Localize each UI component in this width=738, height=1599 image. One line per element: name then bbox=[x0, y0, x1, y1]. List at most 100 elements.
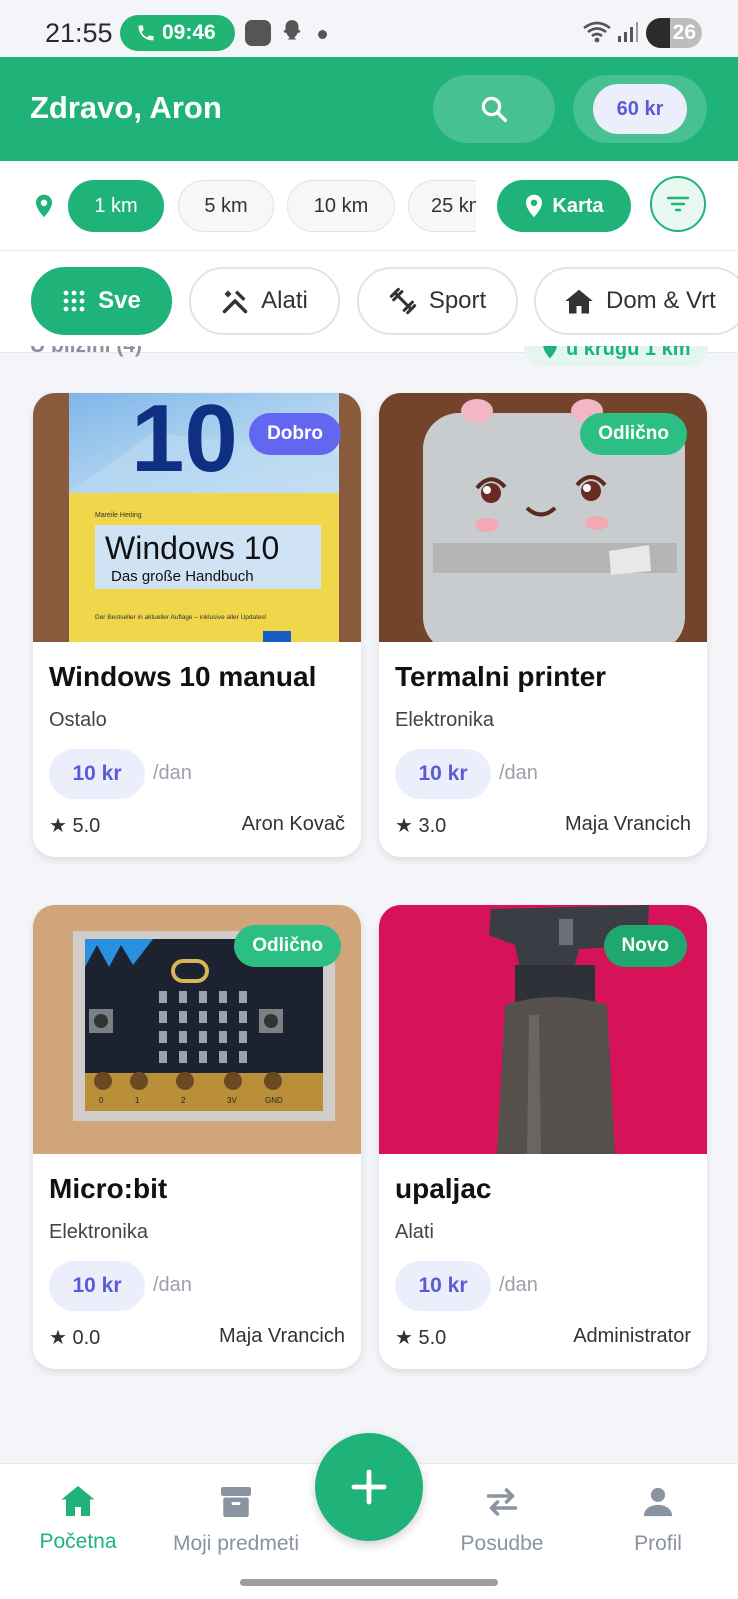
pin-label-3v: 3V bbox=[227, 1096, 237, 1105]
listing-category: Alati bbox=[395, 1221, 434, 1243]
snapchat-icon bbox=[283, 20, 301, 40]
house-icon bbox=[565, 289, 593, 314]
listing-owner: Administrator bbox=[573, 1325, 691, 1347]
plus-icon bbox=[351, 1469, 387, 1505]
person-icon bbox=[643, 1487, 673, 1517]
battery-level: 26 bbox=[672, 21, 696, 44]
nav-item-my-items[interactable]: Moji predmeti bbox=[161, 1484, 311, 1556]
swap-arrows-icon bbox=[486, 1488, 518, 1516]
nav-item-loans[interactable]: Posudbe bbox=[427, 1484, 577, 1556]
map-pin-icon bbox=[526, 194, 543, 218]
app-header: Zdravo, Aron 60 kr bbox=[0, 57, 738, 161]
listing-owner: Aron Kovač bbox=[241, 813, 345, 835]
section-header: U blizini (4) u krugu 1 km bbox=[0, 346, 738, 368]
nav-label-my-items: Moji predmeti bbox=[172, 1532, 300, 1555]
category-chip-tools[interactable]: Alati bbox=[189, 267, 340, 335]
condition-badge: Dobro bbox=[249, 413, 341, 455]
category-label-tools: Alati bbox=[261, 287, 308, 314]
book-subtitle: Das große Handbuch bbox=[111, 568, 254, 585]
nav-label-loans: Posudbe bbox=[460, 1532, 544, 1555]
category-chip-home-garden[interactable]: Dom & Vrt bbox=[534, 267, 738, 335]
pin-label-gnd: GND bbox=[265, 1096, 283, 1105]
category-chip-all[interactable]: Sve bbox=[31, 267, 172, 335]
grid-icon bbox=[63, 290, 85, 312]
category-label-sport: Sport bbox=[428, 287, 487, 314]
add-item-button[interactable] bbox=[315, 1433, 423, 1541]
listing-category: Elektronika bbox=[49, 1221, 148, 1243]
distance-chip-10km[interactable]: 10 km bbox=[287, 180, 395, 232]
phone-icon bbox=[138, 25, 154, 41]
map-button-label: Karta bbox=[552, 194, 604, 217]
listing-title: upaljac bbox=[395, 1173, 492, 1204]
listing-price: 10 kr bbox=[49, 1261, 145, 1311]
listing-price: 10 kr bbox=[49, 749, 145, 799]
price-unit: /dan bbox=[153, 762, 192, 784]
condition-badge: Odlično bbox=[234, 925, 341, 967]
search-button[interactable] bbox=[433, 75, 555, 143]
listing-card[interactable]: 0 1 2 3V GND Odlično Micro:bit Elektroni… bbox=[33, 905, 361, 1369]
distance-chips[interactable]: 1 km 5 km 10 km 25 km bbox=[68, 180, 476, 232]
status-bar: 21:55 09:46 26 bbox=[0, 0, 738, 57]
nearby-count-label: U blizini (4) bbox=[30, 346, 142, 358]
dumbbell-icon bbox=[389, 287, 416, 315]
nav-label-profile: Profil bbox=[634, 1532, 682, 1555]
gesture-bar[interactable] bbox=[240, 1579, 498, 1586]
book-footer: Der Bestseller in aktueller Auflage – in… bbox=[95, 614, 267, 621]
credit-amount: 60 kr bbox=[593, 84, 687, 134]
app-notification-icon bbox=[245, 20, 271, 46]
listing-title: Termalni printer bbox=[395, 661, 607, 692]
listing-card[interactable]: Odlično Termalni printer Elektronika 10 … bbox=[379, 393, 707, 857]
listing-title: Micro:bit bbox=[49, 1173, 168, 1204]
book-author: Mareile Heiting bbox=[95, 512, 142, 519]
price-unit: /dan bbox=[499, 762, 538, 784]
nav-item-profile[interactable]: Profil bbox=[583, 1484, 733, 1556]
listing-title: Windows 10 manual bbox=[49, 661, 317, 692]
tools-icon bbox=[222, 290, 248, 314]
distance-chip-25km[interactable]: 25 km bbox=[408, 180, 476, 232]
listing-card[interactable]: Novo upaljac Alati 10 kr /dan ★ 5.0 Admi… bbox=[379, 905, 707, 1369]
credit-balance[interactable]: 60 kr bbox=[573, 75, 707, 143]
status-time: 21:55 bbox=[45, 18, 113, 48]
condition-badge: Odlično bbox=[580, 413, 687, 455]
listing-owner: Maja Vrancich bbox=[565, 813, 691, 835]
location-pin-icon bbox=[543, 346, 557, 359]
listing-price: 10 kr bbox=[395, 749, 491, 799]
pin-label-2: 2 bbox=[181, 1096, 186, 1105]
condition-badge: Novo bbox=[603, 925, 687, 967]
listing-owner: Maja Vrancich bbox=[219, 1325, 345, 1347]
book-number: 10 bbox=[131, 393, 238, 492]
map-button[interactable]: Karta bbox=[497, 180, 631, 232]
filter-icon bbox=[666, 196, 690, 212]
distance-chip-5km[interactable]: 5 km bbox=[178, 180, 274, 232]
filter-button[interactable] bbox=[650, 176, 706, 232]
distance-chip-1km[interactable]: 1 km bbox=[68, 180, 164, 232]
distance-filter-bar: 1 km 5 km 10 km 25 km Karta bbox=[0, 161, 738, 251]
wifi-icon bbox=[583, 21, 611, 43]
archive-box-icon bbox=[221, 1487, 251, 1517]
more-notifications-dot bbox=[318, 30, 327, 39]
price-unit: /dan bbox=[153, 1274, 192, 1296]
nav-item-home[interactable]: Početna bbox=[3, 1484, 153, 1554]
listing-rating: ★ 5.0 bbox=[49, 815, 101, 837]
greeting-title: Zdravo, Aron bbox=[30, 90, 222, 125]
pin-label-1: 1 bbox=[135, 1096, 140, 1105]
listing-card[interactable]: 10 Mareile Heiting Windows 10 Das große … bbox=[33, 393, 361, 857]
listing-price: 10 kr bbox=[395, 1261, 491, 1311]
nav-label-home: Početna bbox=[39, 1530, 117, 1553]
listing-category: Ostalo bbox=[49, 709, 107, 731]
signal-icon bbox=[618, 22, 638, 42]
home-icon bbox=[61, 1486, 95, 1516]
category-chip-sport[interactable]: Sport bbox=[357, 267, 518, 335]
call-indicator[interactable]: 09:46 bbox=[120, 15, 235, 51]
category-filter-bar: Sve Alati Sport Dom & Vrt bbox=[0, 251, 738, 353]
radius-badge: u krugu 1 km bbox=[524, 346, 709, 366]
location-pin-icon bbox=[36, 194, 52, 218]
battery-indicator: 26 bbox=[646, 18, 702, 48]
category-label-all: Sve bbox=[98, 287, 141, 314]
book-title: Windows 10 bbox=[105, 530, 279, 566]
radius-label: u krugu 1 km bbox=[566, 346, 691, 360]
listing-rating: ★ 3.0 bbox=[395, 815, 447, 837]
category-label-home-garden: Dom & Vrt bbox=[606, 287, 716, 314]
call-timer: 09:46 bbox=[162, 21, 216, 44]
search-icon bbox=[481, 96, 507, 122]
